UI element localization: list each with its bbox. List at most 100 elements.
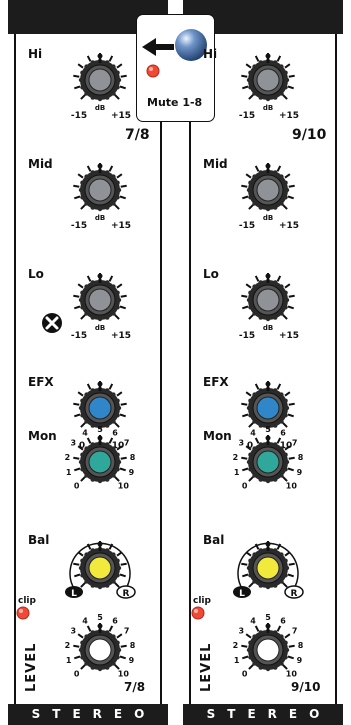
scale-tick <box>74 305 81 310</box>
scale-max: +15 <box>111 111 131 121</box>
knob-grip <box>248 85 253 90</box>
knob-grip <box>252 201 257 206</box>
scale-tick <box>242 85 249 90</box>
lo-eq-knob[interactable]: -15 dB +15 <box>228 260 308 341</box>
scale-number: 4 <box>250 429 256 438</box>
hi-eq-knob[interactable]: -15 dB +15 <box>60 40 140 121</box>
knob-grip <box>78 565 84 571</box>
scale-tick <box>248 582 254 588</box>
knob-grip <box>258 95 263 100</box>
scale-number: 6 <box>112 617 118 626</box>
scale-number: 10 <box>286 481 298 490</box>
scale-number: 1 <box>234 656 240 665</box>
scale-tick <box>242 195 249 200</box>
scale-number: 9 <box>297 656 303 665</box>
knob-grip <box>116 647 122 653</box>
scale-tick <box>80 664 86 670</box>
knob-grip <box>80 655 85 660</box>
bal-label: Bal <box>203 533 225 547</box>
knob-grip <box>248 290 253 295</box>
scale-max: +15 <box>111 221 131 231</box>
lo-eq-knob[interactable]: -15 dB +15 <box>60 260 140 341</box>
scale-tick <box>241 74 248 78</box>
knob-grip <box>279 579 284 584</box>
knob-grip <box>80 467 85 472</box>
hi-eq-knob[interactable]: -15 dB +15 <box>228 40 308 121</box>
scale-number: 1 <box>66 656 72 665</box>
scale-unit: dB <box>95 104 105 112</box>
mon-send-knob[interactable]: 01 234 5 678 9 10 <box>60 422 140 502</box>
scale-number: 2 <box>65 453 71 462</box>
scale-tick <box>288 562 295 566</box>
knob-grip <box>248 655 253 660</box>
balance-right-label: R <box>123 589 130 599</box>
knob-grip <box>258 630 263 635</box>
knob-pointer-dot <box>97 163 103 169</box>
efx-label: EFX <box>203 375 229 389</box>
knob-cap <box>88 556 112 580</box>
knob-grip <box>84 64 89 69</box>
scale-tick <box>120 562 127 566</box>
scale-min: -15 <box>239 221 255 231</box>
scale-tick <box>119 467 126 472</box>
scale-tick <box>73 562 80 566</box>
knob-grip <box>279 64 284 69</box>
scale-number: 3 <box>71 439 77 448</box>
balance-right-badge: R <box>284 585 304 599</box>
balance-knob[interactable]: LR <box>60 528 140 608</box>
knob-grip <box>284 77 290 83</box>
knob-grip <box>97 584 103 590</box>
mid-eq-knob[interactable]: -15 dB +15 <box>60 150 140 231</box>
knob-grip <box>284 297 290 303</box>
scale-tick <box>74 467 81 472</box>
mute-led <box>146 64 160 78</box>
scale-tick <box>254 437 260 444</box>
knob-cap <box>256 556 280 580</box>
scale-tick <box>284 63 291 69</box>
knob-grip <box>84 311 89 316</box>
knob-grip <box>90 442 95 447</box>
scale-tick <box>114 314 120 320</box>
knob-pointer-dot <box>265 163 271 169</box>
mon-send-knob[interactable]: 01 234 5 678 9 10 <box>228 422 308 502</box>
knob-grip <box>105 95 110 100</box>
scale-number: 4 <box>82 617 88 626</box>
scale-number: 6 <box>112 429 118 438</box>
knob-grip <box>115 195 120 200</box>
level-knob[interactable]: 01 234 5 678 9 10 <box>228 610 308 690</box>
knob-grip <box>90 665 95 670</box>
knob-grip <box>273 170 278 175</box>
knob-grip <box>265 96 271 102</box>
knob-grip <box>284 405 290 411</box>
knob-grip <box>90 95 95 100</box>
knob-grip <box>252 311 257 316</box>
scale-tick <box>254 275 260 282</box>
scale-tick <box>276 165 282 172</box>
knob-grip <box>84 552 89 557</box>
knob-grip <box>258 205 263 210</box>
balance-left-label: L <box>239 589 245 599</box>
knob-pointer-dot <box>265 53 271 59</box>
clip-led <box>16 606 30 620</box>
knob-grip <box>115 573 120 578</box>
knob-grip <box>248 413 253 418</box>
scale-tick <box>282 314 288 320</box>
strip-footer-bar: STEREO <box>183 704 343 725</box>
scale-tick <box>86 165 92 172</box>
knob-grip <box>105 548 110 553</box>
balance-knob[interactable]: LR <box>228 528 308 608</box>
knob-cap <box>256 68 280 92</box>
scale-tick <box>287 305 294 310</box>
scale-tick <box>108 437 114 444</box>
knob-grip <box>105 170 110 175</box>
scale-tick <box>276 383 282 390</box>
level-knob[interactable]: 01 234 5 678 9 10 <box>60 610 140 690</box>
remove-icon[interactable] <box>41 312 63 334</box>
knob-grip <box>284 187 290 193</box>
scale-number: 9 <box>129 468 135 477</box>
mid-eq-knob[interactable]: -15 dB +15 <box>228 150 308 231</box>
knob-grip <box>265 478 271 484</box>
scale-tick <box>241 456 248 460</box>
knob-grip <box>246 565 252 571</box>
knob-grip <box>252 661 257 666</box>
